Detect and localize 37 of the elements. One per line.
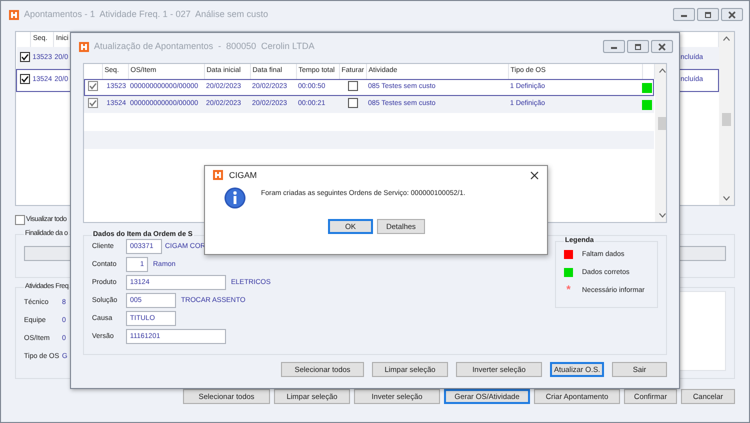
- checkbox[interactable]: [20, 74, 30, 84]
- dialog-title: CIGAM: [229, 170, 258, 180]
- app-icon: [213, 170, 223, 180]
- close-button[interactable]: [530, 170, 539, 180]
- app-icon: [79, 42, 89, 52]
- checkbox[interactable]: [20, 52, 30, 62]
- scroll-up-icon[interactable]: [723, 36, 730, 41]
- scrollbar[interactable]: [654, 64, 666, 222]
- close-icon: [530, 170, 539, 180]
- checkbox[interactable]: [88, 98, 98, 108]
- checkmark-icon: [21, 74, 29, 83]
- maximize-button[interactable]: [627, 40, 649, 53]
- close-icon: [656, 42, 668, 52]
- window-title: Atualização de Apontamentos - 800050 Cerolin LTDA: [94, 41, 316, 52]
- maximize-icon: [702, 10, 714, 20]
- scrollbar[interactable]: [719, 32, 734, 205]
- scroll-down-icon[interactable]: [658, 213, 666, 218]
- checkbox[interactable]: [88, 81, 98, 92]
- scroll-up-icon[interactable]: [658, 68, 666, 73]
- minimize-button[interactable]: [603, 40, 625, 53]
- scroll-down-icon[interactable]: [723, 196, 730, 201]
- scrollbar-thumb[interactable]: [722, 113, 731, 126]
- checkbox[interactable]: [15, 215, 25, 225]
- window-title: Apontamentos - 1 Atividade Freq. 1 - 027 Análise sem custo: [24, 9, 270, 20]
- checkmark-icon: [20, 52, 28, 61]
- checkbox[interactable]: [348, 80, 358, 91]
- app-icon: [9, 10, 19, 20]
- checkbox[interactable]: [348, 98, 358, 108]
- info-icon: [224, 187, 246, 210]
- minimize-button[interactable]: [673, 8, 695, 21]
- maximize-button[interactable]: [697, 8, 719, 21]
- maximize-icon: [632, 42, 644, 52]
- asterisk-marker: *: [565, 285, 572, 296]
- close-icon: [726, 10, 738, 20]
- close-button[interactable]: [651, 40, 673, 53]
- close-button[interactable]: [721, 8, 743, 21]
- scrollbar-thumb[interactable]: [658, 117, 666, 130]
